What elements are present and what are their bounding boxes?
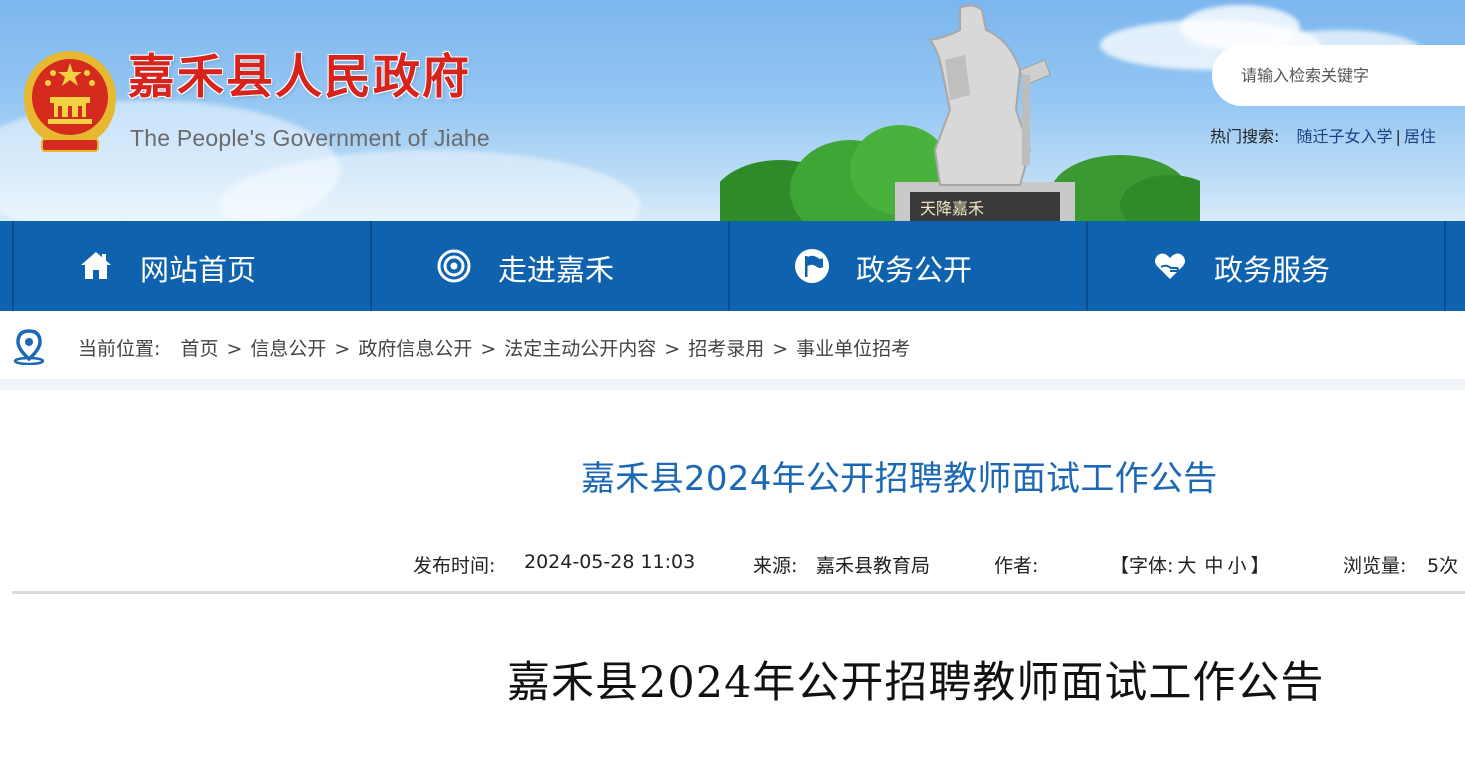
breadcrumb-link-statutory[interactable]: 法定主动公开内容 [504, 338, 656, 360]
breadcrumb-trail: 当前位置: 首页 > 信息公开 > 政府信息公开 > 法定主动公开内容 > 招考录用 > 事业单位招… [78, 334, 910, 361]
views-label: 浏览量: [1343, 555, 1407, 577]
flag-icon [795, 249, 829, 283]
breadcrumb-arrow: > [772, 338, 789, 360]
site-title: 嘉禾县人民政府 [128, 50, 471, 105]
hot-search: 热门搜索: 随迁子女入学 | 居住 [1210, 123, 1436, 147]
search-input[interactable] [1241, 66, 1461, 85]
breadcrumb-link-info[interactable]: 信息公开 [250, 338, 326, 360]
target-icon [437, 249, 471, 283]
breadcrumb-link-gov-info[interactable]: 政府信息公开 [358, 338, 472, 360]
nav-item-gov-affairs[interactable]: 政务公开 [728, 221, 1086, 311]
source-value: 嘉禾县教育局 [816, 555, 931, 577]
publish-time: 2024-05-28 11:03 [524, 551, 696, 573]
font-medium-link[interactable]: 中 [1204, 555, 1223, 577]
content-heading: 嘉禾县2024年公开招聘教师面试工作公告 [507, 658, 1325, 708]
nav-item-label: 政务服务 [1214, 253, 1331, 287]
hot-search-separator: | [1395, 127, 1401, 146]
author-label: 作者: [994, 555, 1039, 577]
hot-search-label: 热门搜索: [1210, 127, 1280, 146]
nav-item-label: 走进嘉禾 [498, 253, 615, 287]
main-nav: 网站首页 走进嘉禾 政务公开 政务服务 [0, 221, 1465, 311]
hot-search-link-2[interactable]: 居住 [1404, 127, 1436, 146]
font-small-link[interactable]: 小 [1227, 555, 1246, 577]
nav-item-label: 网站首页 [140, 253, 257, 287]
font-size-control: 【字体: 大中小】 [1110, 551, 1269, 578]
national-emblem-icon[interactable] [20, 47, 120, 155]
nav-item-gov-services[interactable]: 政务服务 [1086, 221, 1444, 311]
hot-search-link-1[interactable]: 随迁子女入学 [1297, 127, 1393, 146]
statue-banner-image: 天降嘉禾 [720, 4, 1200, 221]
nav-item-about[interactable]: 走进嘉禾 [370, 221, 728, 311]
nav-divider [1444, 221, 1464, 311]
search-box [1212, 45, 1465, 106]
font-large-link[interactable]: 大 [1177, 555, 1196, 577]
views-count: 5次 [1427, 555, 1459, 577]
breadcrumb-label: 当前位置: [78, 338, 161, 360]
source-label: 来源: [753, 555, 798, 577]
heart-hand-icon [1155, 253, 1185, 279]
site-header: 嘉禾县人民政府 The People's Government of Jiahe… [0, 0, 1465, 221]
breadcrumb-link-recruitment[interactable]: 招考录用 [688, 338, 764, 360]
publish-time-label: 发布时间: [413, 555, 496, 577]
breadcrumb-link-institution[interactable]: 事业单位招考 [796, 338, 910, 360]
breadcrumb-arrow: > [226, 338, 243, 360]
breadcrumb-arrow: > [334, 338, 351, 360]
font-size-open: 【字体: [1110, 555, 1174, 577]
font-size-close: 】 [1250, 555, 1270, 577]
breadcrumb-link-home[interactable]: 首页 [180, 338, 218, 360]
breadcrumb-arrow: > [480, 338, 497, 360]
nav-item-label: 政务公开 [856, 253, 973, 287]
nav-item-home[interactable]: 网站首页 [12, 221, 370, 311]
site-subtitle: The People's Government of Jiahe [130, 125, 490, 151]
statue-inscription: 天降嘉禾 [920, 199, 984, 218]
meta-divider [12, 591, 1465, 594]
section-band [0, 379, 1465, 390]
location-pin-icon [13, 329, 45, 365]
breadcrumb: 当前位置: 首页 > 信息公开 > 政府信息公开 > 法定主动公开内容 > 招考录用 > 事业单位招… [0, 311, 1465, 379]
article-title: 嘉禾县2024年公开招聘教师面试工作公告 [581, 459, 1218, 499]
breadcrumb-arrow: > [664, 338, 681, 360]
home-icon [81, 252, 111, 279]
